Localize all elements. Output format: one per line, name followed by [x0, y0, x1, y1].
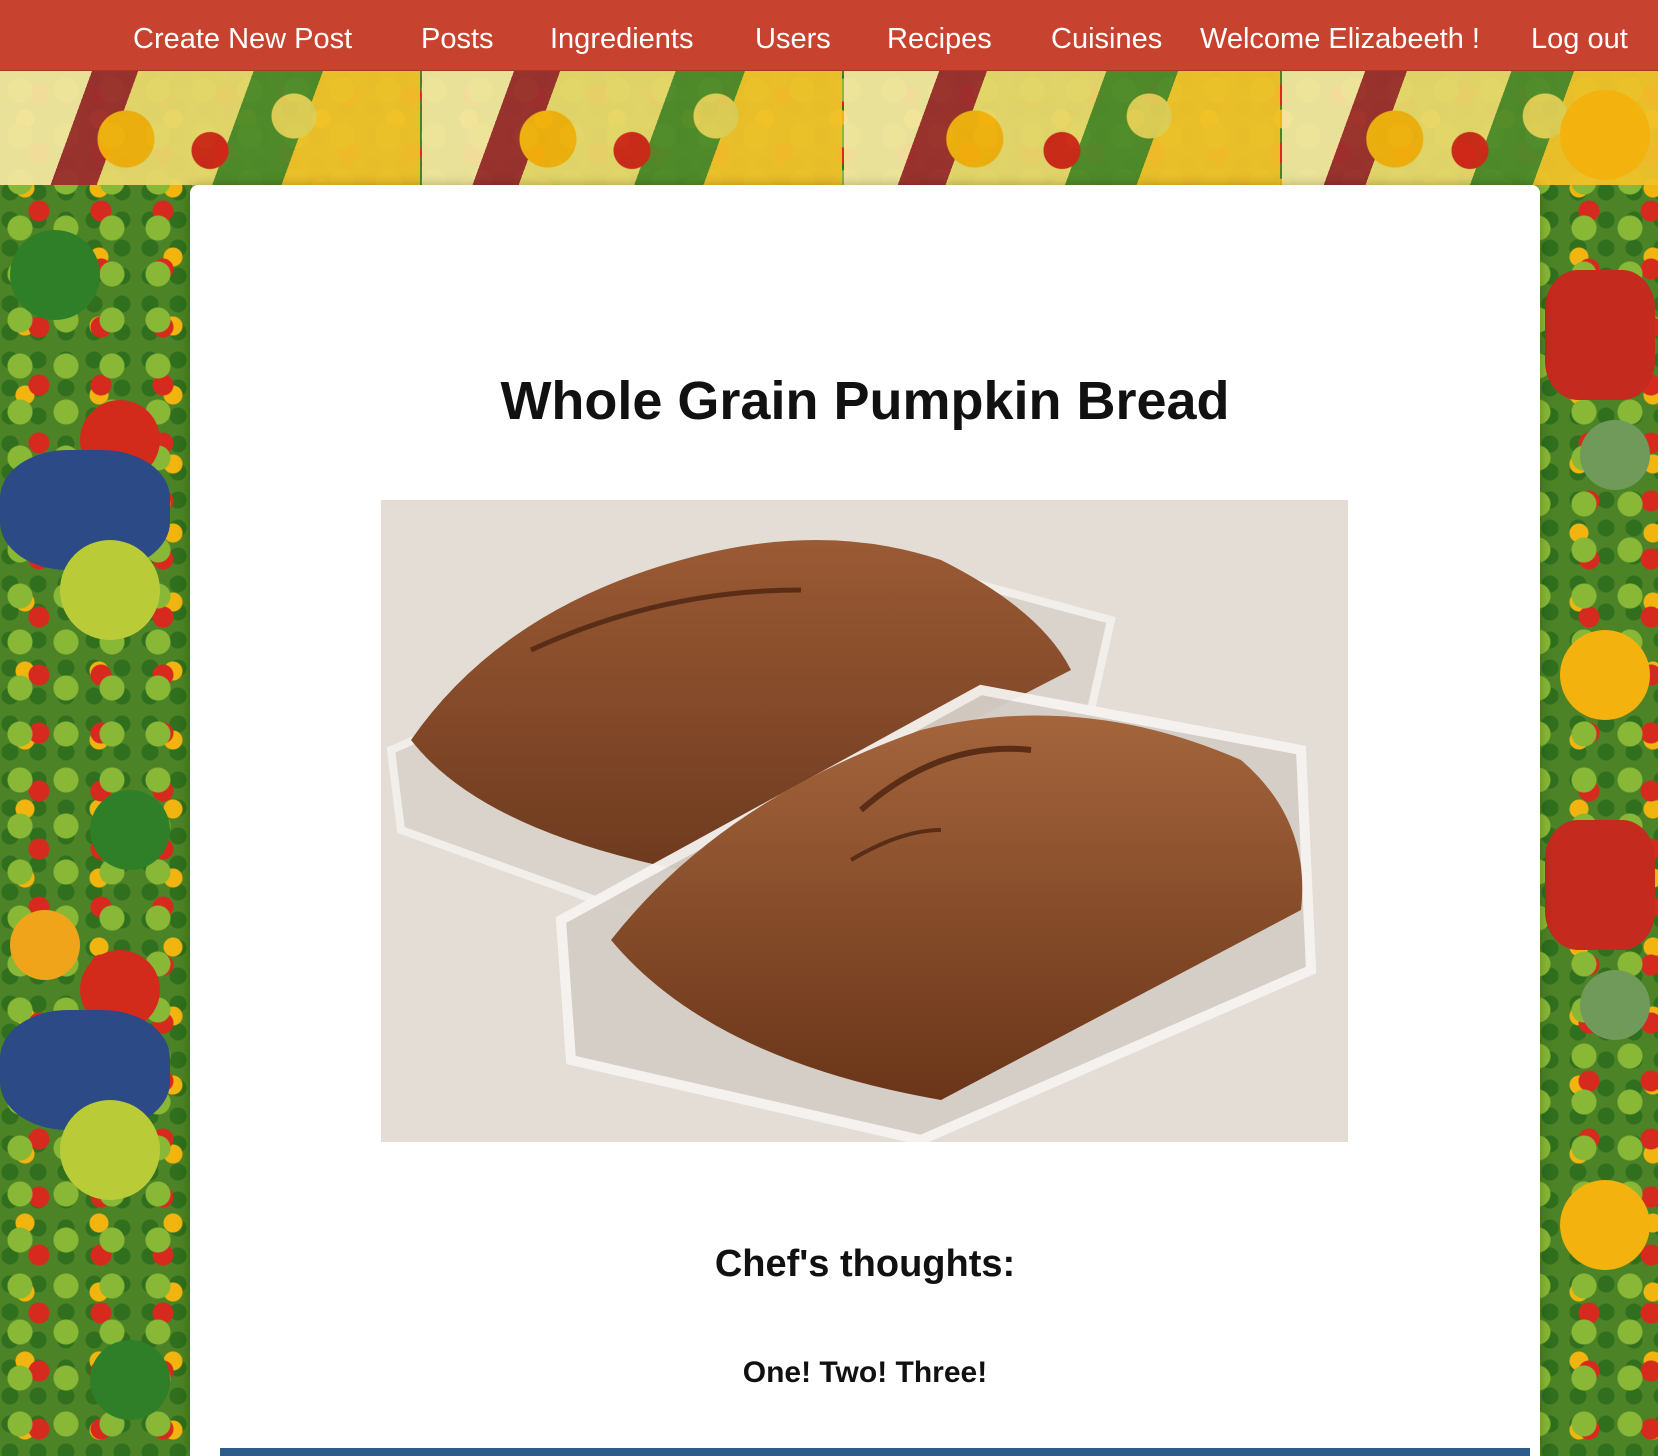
- pepper-shape: [90, 1340, 170, 1420]
- nav-create-new-post[interactable]: Create New Post: [133, 22, 352, 56]
- background-tile: [844, 70, 1280, 185]
- pumpkin-bread-image: [381, 500, 1348, 1142]
- pepper-shape: [90, 790, 170, 870]
- top-navbar: Create New Post Posts Ingredients Users …: [0, 0, 1658, 71]
- pepper-shape: [10, 910, 80, 980]
- chefs-thoughts-text: One! Two! Three!: [742, 1356, 988, 1389]
- chefs-thoughts-heading: Chef's thoughts:: [714, 1243, 1016, 1285]
- artichoke-shape: [1580, 420, 1650, 490]
- post-title: Whole Grain Pumpkin Bread: [500, 371, 1230, 431]
- nav-log-out[interactable]: Log out: [1531, 22, 1628, 56]
- bottom-edge-strip: [220, 1448, 1530, 1456]
- recipe-photo: [381, 500, 1348, 1142]
- pepper-shape: [1560, 630, 1650, 720]
- nav-recipes[interactable]: Recipes: [887, 22, 992, 56]
- romanesco-shape: [60, 540, 160, 640]
- pepper-shape: [10, 230, 100, 320]
- artichoke-shape: [1580, 970, 1650, 1040]
- nav-cuisines[interactable]: Cuisines: [1051, 22, 1162, 56]
- romanesco-shape: [60, 1100, 160, 1200]
- background-tile: [0, 70, 420, 185]
- tomato-bunch-shape: [1545, 270, 1655, 400]
- tomato-bunch-shape: [1545, 820, 1655, 950]
- nav-users[interactable]: Users: [755, 22, 831, 56]
- pepper-shape: [1560, 90, 1650, 180]
- pepper-shape: [1560, 1180, 1650, 1270]
- welcome-message: Welcome Elizabeeth !: [1200, 23, 1480, 55]
- background-tile: [422, 70, 842, 185]
- nav-ingredients[interactable]: Ingredients: [550, 22, 694, 56]
- nav-posts[interactable]: Posts: [421, 22, 494, 56]
- recipe-post-card: Whole Grain Pumpkin Bread Chef's thought…: [190, 185, 1540, 1456]
